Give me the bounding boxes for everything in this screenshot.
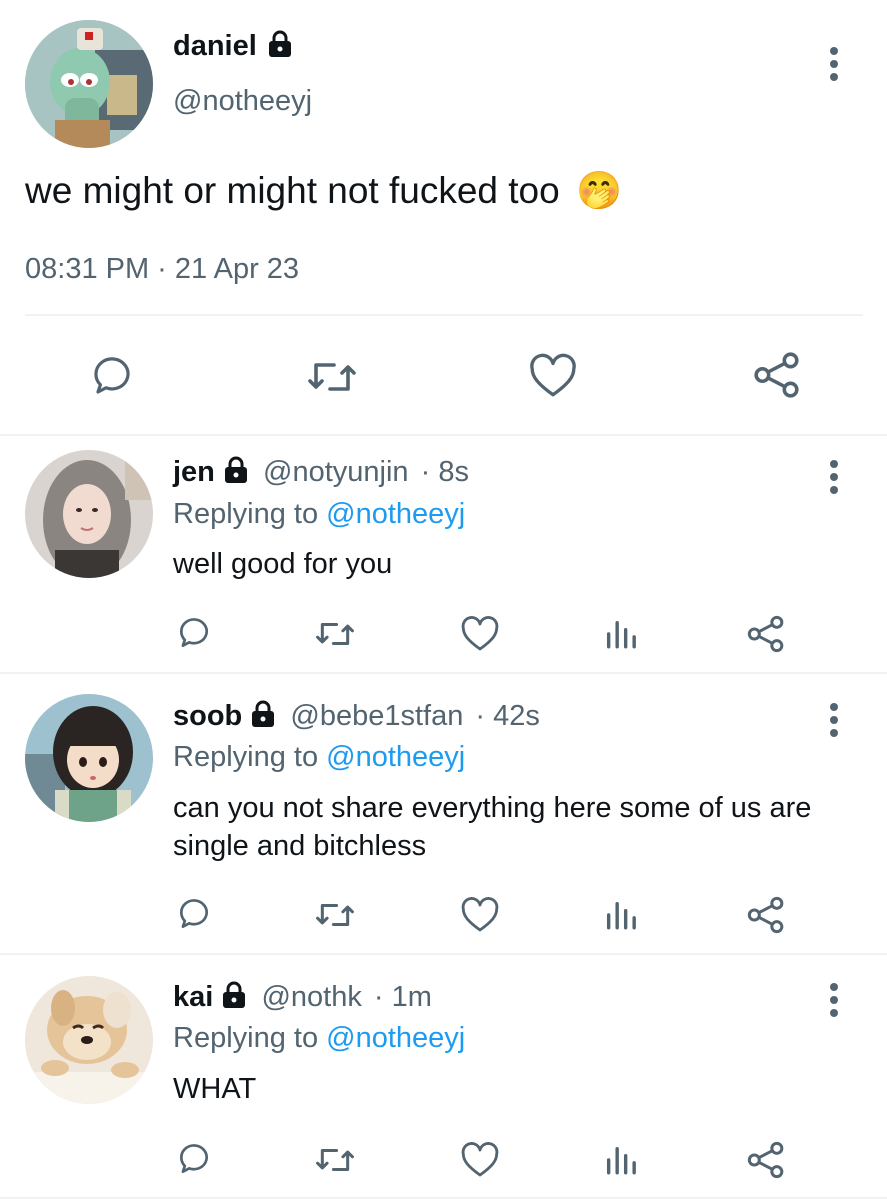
heart-icon[interactable] [528, 352, 578, 400]
reply-author-name[interactable]: kai [173, 981, 213, 1013]
heart-icon[interactable] [460, 615, 500, 653]
heart-icon[interactable] [460, 1141, 500, 1179]
lock-icon [268, 30, 291, 58]
reply-icon[interactable] [175, 1140, 213, 1178]
reply-header: soob @bebe1stfan · 42s [173, 700, 540, 733]
lock-icon [224, 456, 247, 484]
heart-icon[interactable] [460, 896, 500, 934]
reply-time[interactable]: · 1m [374, 981, 432, 1013]
reply-author-handle[interactable]: @notyunjin [263, 456, 409, 488]
reply-text: well good for you [173, 548, 393, 580]
avatar-soob[interactable] [25, 694, 153, 822]
avatar-daniel[interactable] [25, 20, 153, 148]
retweet-icon[interactable] [306, 353, 358, 401]
reply-author-name[interactable]: soob [173, 700, 242, 732]
author-handle[interactable]: @notheeyj [173, 85, 312, 118]
divider [0, 672, 887, 674]
divider [0, 1197, 887, 1199]
retweet-icon[interactable] [314, 896, 356, 934]
divider [25, 314, 863, 316]
tweet-text-row: we might or might not fucked too 🤭 [25, 170, 622, 213]
replying-to: Replying to @notheeyj [173, 741, 465, 774]
replying-to-label: Replying to [173, 498, 319, 530]
retweet-icon[interactable] [314, 1141, 356, 1179]
share-icon[interactable] [746, 614, 786, 654]
replying-to-handle[interactable]: @notheeyj [326, 741, 465, 773]
share-icon[interactable] [746, 1140, 786, 1180]
views-icon[interactable] [603, 898, 637, 932]
replying-to-label: Replying to [173, 1022, 319, 1054]
views-icon[interactable] [603, 1143, 637, 1177]
reply-time[interactable]: · 8s [421, 456, 469, 488]
divider [0, 953, 887, 955]
lock-icon [223, 981, 246, 1009]
share-icon[interactable] [746, 895, 786, 935]
reply-author-handle[interactable]: @bebe1stfan [290, 700, 463, 732]
reply-header: kai @nothk · 1m [173, 981, 432, 1014]
reply-time[interactable]: · 42s [475, 700, 539, 732]
views-icon[interactable] [603, 617, 637, 651]
reply-icon[interactable] [175, 895, 213, 933]
author-name[interactable]: daniel [173, 30, 257, 62]
reply-text: WHAT [173, 1073, 257, 1105]
replying-to-label: Replying to [173, 741, 319, 773]
tweet-timestamp[interactable]: 08:31 PM · 21 Apr 23 [25, 253, 299, 286]
reply-author-handle[interactable]: @nothk [261, 981, 361, 1013]
retweet-icon[interactable] [314, 615, 356, 653]
reply-icon[interactable] [88, 352, 136, 400]
lock-icon [252, 700, 275, 728]
more-icon[interactable] [824, 460, 844, 499]
replying-to-handle[interactable]: @notheeyj [326, 498, 465, 530]
reply-author-name[interactable]: jen [173, 456, 215, 488]
reply-header: jen @notyunjin · 8s [173, 456, 469, 489]
author-name-row: daniel [173, 30, 293, 63]
more-icon[interactable] [824, 47, 844, 86]
replying-to: Replying to @notheeyj [173, 1022, 465, 1055]
reply-text-line-1: can you not share everything here some o… [173, 792, 812, 824]
divider [0, 434, 887, 436]
more-icon[interactable] [824, 983, 844, 1022]
replying-to-handle[interactable]: @notheeyj [326, 1022, 465, 1054]
tweet-text: we might or might not fucked too [25, 170, 560, 211]
share-icon[interactable] [752, 350, 802, 400]
avatar-kai[interactable] [25, 976, 153, 1104]
avatar-jen[interactable] [25, 450, 153, 578]
reply-text-line-2: single and bitchless [173, 830, 427, 862]
more-icon[interactable] [824, 703, 844, 742]
emoji-hand-over-mouth: 🤭 [576, 170, 623, 211]
replying-to: Replying to @notheeyj [173, 498, 465, 531]
reply-icon[interactable] [175, 614, 213, 652]
